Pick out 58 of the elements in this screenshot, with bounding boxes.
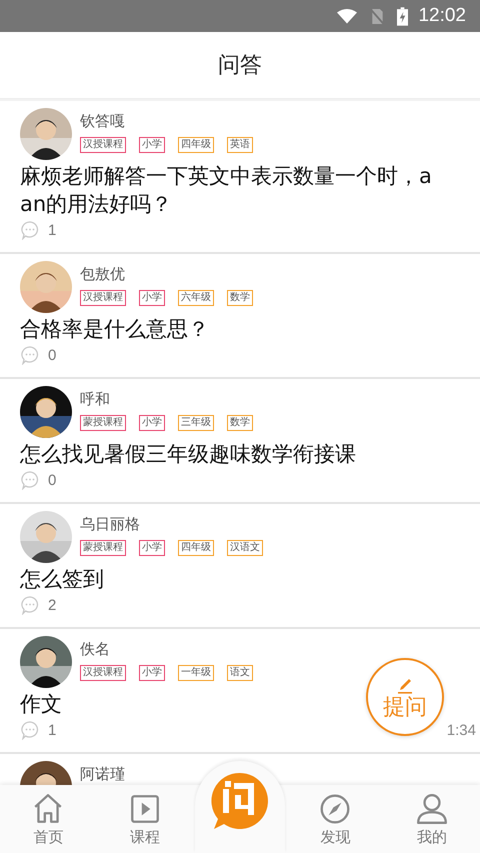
tag: 小学 bbox=[139, 290, 165, 306]
author-name: 包敖优 bbox=[80, 265, 126, 283]
author-name: 阿诺瑾 bbox=[80, 765, 125, 783]
tag: 四年级 bbox=[178, 540, 214, 556]
tag: 汉语文 bbox=[227, 540, 263, 556]
tag: 小学 bbox=[139, 540, 165, 556]
post-time: 1:34 bbox=[446, 722, 476, 738]
nav-tab[interactable]: 发现 bbox=[287, 785, 384, 853]
tag: 数学 bbox=[227, 290, 253, 306]
nav-tab[interactable]: 课程 bbox=[96, 785, 193, 853]
battery-charging-icon bbox=[397, 6, 408, 26]
question-card[interactable]: 乌日丽格 蒙授课程 小学 四年级 汉语文 怎么签到 2 bbox=[0, 504, 480, 629]
tag: 英语 bbox=[227, 137, 253, 153]
comment-count: 0 bbox=[48, 472, 56, 488]
ask-tab[interactable] bbox=[195, 761, 285, 853]
tag: 六年级 bbox=[178, 290, 214, 306]
question-text: 怎么签到 bbox=[20, 566, 104, 593]
nav-tab[interactable]: 首页 bbox=[0, 785, 96, 853]
comment-icon bbox=[20, 595, 40, 615]
comment-icon bbox=[20, 470, 40, 490]
tag: 汉授课程 bbox=[80, 290, 126, 306]
tag: 蒙授课程 bbox=[80, 540, 126, 556]
tag: 汉授课程 bbox=[80, 665, 126, 681]
tag: 小学 bbox=[139, 665, 165, 681]
wifi-icon bbox=[337, 8, 358, 24]
question-card[interactable]: 钦答嘎 汉授课程 小学 四年级 英语 麻烦老师解答一下英文中表示数量一个时，a an的用法好吗？ 1 bbox=[0, 101, 480, 254]
tag: 小学 bbox=[139, 137, 165, 153]
comment-icon bbox=[20, 345, 40, 365]
comment-count: 2 bbox=[48, 596, 56, 614]
question-card[interactable]: 包敖优 汉授课程 小学 六年级 数学 合格率是什么意思？ 0 bbox=[0, 254, 480, 379]
comment-count: 0 bbox=[48, 346, 56, 364]
clock-time: 12:02 bbox=[418, 5, 466, 27]
person-icon bbox=[414, 792, 449, 826]
tag: 蒙授课程 bbox=[80, 415, 126, 431]
tag: 语文 bbox=[227, 665, 253, 681]
tag: 数学 bbox=[227, 415, 253, 431]
tag: 三年级 bbox=[178, 415, 214, 431]
author-name: 佚名 bbox=[80, 640, 111, 658]
comment-icon bbox=[20, 220, 40, 240]
author-name: 钦答嘎 bbox=[80, 112, 126, 130]
author-name: 乌日丽格 bbox=[80, 515, 141, 533]
comment-icon bbox=[20, 720, 40, 740]
question-text: 合格率是什么意思？ bbox=[20, 316, 209, 343]
speech-bubble-icon bbox=[210, 771, 270, 831]
nav-tab[interactable]: 我的 bbox=[384, 785, 480, 853]
tag: 一年级 bbox=[178, 665, 214, 681]
comment-count: 1 bbox=[48, 722, 56, 738]
question-text: 麻烦老师解答一下英文中表示数量一个时，a an的用法好吗？ bbox=[20, 163, 433, 218]
question-text: 怎么找见暑假三年级趣味数学衔接课 bbox=[20, 441, 356, 468]
question-card[interactable]: 呼和 蒙授课程 小学 三年级 数学 怎么找见暑假三年级趣味数学衔接课 0 bbox=[0, 379, 480, 504]
tag: 小学 bbox=[139, 415, 165, 431]
tag: 四年级 bbox=[178, 137, 214, 153]
author-name: 呼和 bbox=[80, 390, 111, 408]
page-title: 问答 bbox=[218, 52, 262, 80]
comment-count: 1 bbox=[48, 222, 56, 238]
tag: 汉授课程 bbox=[80, 137, 126, 153]
question-text: 作文 bbox=[20, 691, 62, 718]
compass-icon bbox=[318, 792, 352, 826]
